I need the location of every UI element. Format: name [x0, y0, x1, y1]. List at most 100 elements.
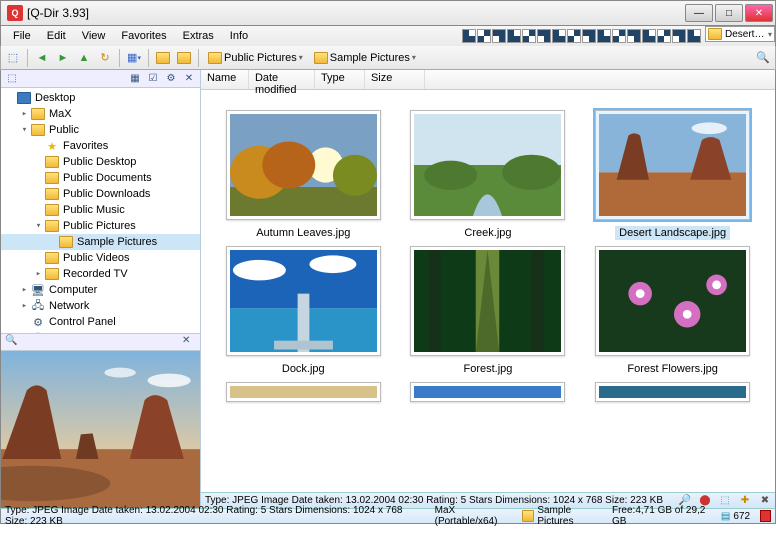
thumbnail[interactable]: Creek.jpg	[410, 110, 565, 240]
tree-row[interactable]: ★Favorites	[1, 138, 200, 154]
tree-row[interactable]: Sample Pictures	[1, 234, 200, 250]
new-window-button[interactable]: ⬚	[4, 49, 22, 67]
breadcrumb-label: Public Pictures	[224, 52, 297, 64]
forward-button[interactable]: ►	[54, 49, 72, 67]
tree-row[interactable]: Public Downloads	[1, 186, 200, 202]
tree-row[interactable]: ▸🖧Network	[1, 298, 200, 314]
tree-icon[interactable]: ⬚	[5, 72, 19, 86]
tree-label: Control Panel	[49, 316, 116, 328]
thumbnail[interactable]: Forest Flowers.jpg	[595, 246, 750, 376]
tree-opt2-icon[interactable]: ☑	[146, 72, 160, 86]
tree-row[interactable]: Public Documents	[1, 170, 200, 186]
tree-row[interactable]: Public Music	[1, 202, 200, 218]
expander-icon[interactable]: ▸	[19, 109, 30, 119]
preview-icon[interactable]: 🔍	[5, 335, 19, 349]
layout-icon-2[interactable]	[492, 29, 506, 43]
breadcrumb-2[interactable]: Sample Pictures ▾	[310, 48, 420, 68]
menu-info[interactable]: Info	[222, 26, 256, 46]
address-quick-text: Desert…	[725, 29, 764, 40]
layout-icon-7[interactable]	[567, 29, 581, 43]
layout-icon-13[interactable]	[657, 29, 671, 43]
opt-b-icon[interactable]: ⬚	[719, 495, 731, 507]
tree-row[interactable]: Public Desktop	[1, 154, 200, 170]
layout-icon-5[interactable]	[537, 29, 551, 43]
tree-row[interactable]: Desktop	[1, 90, 200, 106]
layout-icon-8[interactable]	[582, 29, 596, 43]
layout-icon-3[interactable]	[507, 29, 521, 43]
layout-icon-4[interactable]	[522, 29, 536, 43]
tree-opt3-icon[interactable]: ⚙	[164, 72, 178, 86]
layout-icon-15[interactable]	[687, 29, 701, 43]
tree-row[interactable]: Public Videos	[1, 250, 200, 266]
layout-icon-9[interactable]	[597, 29, 611, 43]
layout-icon-14[interactable]	[672, 29, 686, 43]
layout-icon-10[interactable]	[612, 29, 626, 43]
breadcrumb-1[interactable]: Public Pictures ▾	[204, 48, 307, 68]
tree-label: Favorites	[63, 140, 108, 152]
thumb-image	[599, 114, 746, 216]
chevron-down-icon[interactable]: ▾	[412, 53, 416, 62]
tree-row[interactable]: ▾Public	[1, 122, 200, 138]
preview-close-icon[interactable]: ✕	[182, 335, 196, 349]
thumb-image	[414, 386, 561, 398]
menu-extras[interactable]: Extras	[175, 26, 222, 46]
thumbnail[interactable]	[595, 382, 750, 402]
up-button[interactable]: ▲	[75, 49, 93, 67]
menu-file[interactable]: File	[5, 26, 39, 46]
thumbnail[interactable]	[226, 382, 381, 402]
menu-favorites[interactable]: Favorites	[113, 26, 174, 46]
expander-icon[interactable]: ▾	[33, 221, 44, 231]
thumbnail[interactable]: Desert Landscape.jpg	[595, 110, 750, 240]
layout-icon-0[interactable]	[462, 29, 476, 43]
folder-tree[interactable]: Desktop▸MaX▾Public★Favorites Public Deskt…	[1, 88, 200, 333]
column-date-modified[interactable]: Date modified	[249, 70, 315, 89]
tree-row[interactable]: ▸MaX	[1, 106, 200, 122]
opt-c-icon[interactable]: ✚	[739, 495, 751, 507]
layout-icon-6[interactable]	[552, 29, 566, 43]
tree-opt1-icon[interactable]: ▦	[128, 72, 142, 86]
thumbnail[interactable]: Forest.jpg	[410, 246, 565, 376]
thumbnail[interactable]: Dock.jpg	[226, 246, 381, 376]
address-quick[interactable]: Desert… ▾	[705, 26, 775, 42]
folder-icon	[44, 220, 60, 232]
menu-view[interactable]: View	[74, 26, 114, 46]
thumbnail[interactable]: Autumn Leaves.jpg	[226, 110, 381, 240]
tree-row[interactable]: ▾ Public Pictures	[1, 218, 200, 234]
thumbnail[interactable]	[410, 382, 565, 402]
layout-icon-12[interactable]	[642, 29, 656, 43]
tree-row[interactable]: ▸Recorded TV	[1, 266, 200, 282]
explorer2-button[interactable]	[175, 49, 193, 67]
refresh-button[interactable]: ↻	[96, 49, 114, 67]
thumb-caption: Autumn Leaves.jpg	[252, 226, 354, 240]
column-headers[interactable]: NameDate modifiedTypeSize	[201, 70, 775, 90]
folder-icon	[30, 124, 46, 136]
column-size[interactable]: Size	[365, 70, 425, 89]
tree-row[interactable]: ⚙Control Panel	[1, 314, 200, 330]
folder-icon	[522, 510, 535, 522]
back-button[interactable]: ◄	[33, 49, 51, 67]
tree-close-icon[interactable]: ✕	[182, 72, 196, 86]
expander-icon[interactable]: ▾	[19, 125, 30, 135]
tree-label: Public Pictures	[63, 220, 136, 232]
expander-icon[interactable]: ▸	[33, 269, 44, 279]
view-mode-button[interactable]: ▦▾	[125, 49, 143, 67]
chevron-down-icon[interactable]: ▾	[299, 53, 303, 62]
menu-edit[interactable]: Edit	[39, 26, 74, 46]
close-button[interactable]: ✕	[745, 4, 773, 22]
window-title: [Q-Dir 3.93]	[27, 6, 89, 20]
search-button[interactable]: 🔍	[754, 49, 772, 67]
status-app-icon[interactable]	[760, 510, 771, 522]
expander-icon[interactable]: ▸	[19, 301, 30, 311]
column-type[interactable]: Type	[315, 70, 365, 89]
explorer-button[interactable]	[154, 49, 172, 67]
tree-label: Public Music	[63, 204, 125, 216]
maximize-button[interactable]: □	[715, 4, 743, 22]
minimize-button[interactable]: —	[685, 4, 713, 22]
layout-icon-11[interactable]	[627, 29, 641, 43]
thumbnail-grid: Autumn Leaves.jpg Creek.jpgDesert Landsca…	[201, 90, 775, 492]
opt-d-icon[interactable]: ✖	[759, 495, 771, 507]
expander-icon[interactable]: ▸	[19, 285, 30, 295]
tree-label: Public Desktop	[63, 156, 136, 168]
column-name[interactable]: Name	[201, 70, 249, 89]
layout-icon-1[interactable]	[477, 29, 491, 43]
